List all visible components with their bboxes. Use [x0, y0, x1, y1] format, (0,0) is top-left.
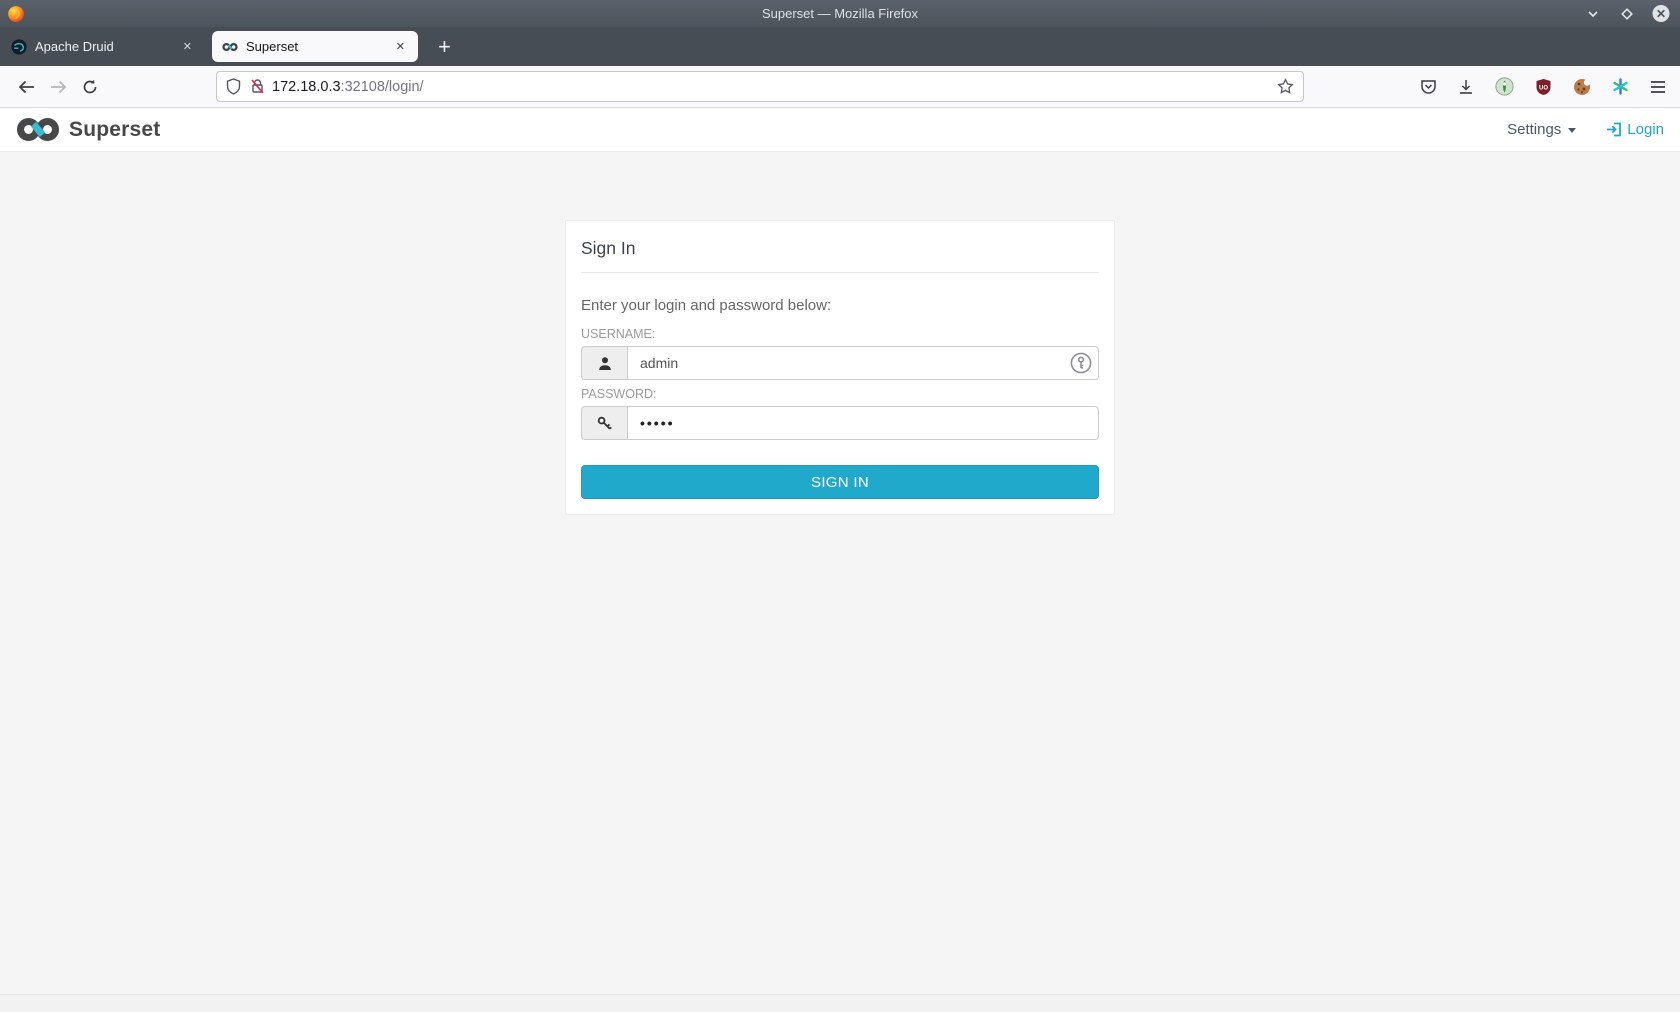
superset-brand[interactable]: Superset — [16, 116, 160, 143]
close-window-icon[interactable] — [1652, 4, 1670, 23]
tab-close-icon[interactable]: ✕ — [391, 37, 410, 56]
new-tab-button[interactable]: + — [426, 32, 463, 62]
card-title: Sign In — [581, 238, 1099, 273]
tab-superset[interactable]: Superset ✕ — [212, 31, 418, 62]
tab-strip: Apache Druid ✕ Superset ✕ + — [0, 27, 1680, 66]
window-titlebar: Superset — Mozilla Firefox — [0, 0, 1680, 27]
instruction-text: Enter your login and password below: — [581, 297, 832, 314]
username-label: USERNAME: — [581, 327, 656, 341]
svg-text:UO: UO — [1539, 85, 1548, 91]
menu-hamburger-icon[interactable] — [1650, 80, 1666, 94]
maximize-icon[interactable] — [1618, 5, 1636, 23]
extension-green-icon[interactable] — [1495, 77, 1514, 96]
back-icon[interactable] — [10, 72, 42, 102]
reload-icon[interactable] — [74, 72, 106, 102]
sign-in-button[interactable]: SIGN IN — [581, 465, 1099, 499]
superset-logo-icon — [17, 118, 59, 141]
page-footer — [0, 994, 1680, 1012]
forward-icon[interactable] — [42, 72, 74, 102]
login-label: Login — [1627, 121, 1664, 138]
password-manager-key-icon[interactable] — [1070, 352, 1092, 374]
tab-title: Superset — [246, 39, 299, 54]
caret-down-icon — [1568, 128, 1577, 133]
extension-shield-icon[interactable]: UO — [1535, 78, 1552, 96]
login-link[interactable]: Login — [1606, 121, 1664, 138]
key-icon — [581, 406, 627, 440]
window-title: Superset — Mozilla Firefox — [761, 6, 919, 21]
superset-favicon-icon — [222, 42, 238, 51]
username-input[interactable] — [627, 346, 1099, 380]
extension-cookie-icon[interactable] — [1573, 78, 1591, 96]
password-input[interactable] — [627, 406, 1099, 440]
settings-menu[interactable]: Settings — [1507, 121, 1577, 138]
download-icon[interactable] — [1458, 79, 1474, 95]
page-content: Sign In Enter your login and password be… — [0, 152, 1680, 994]
password-label: PASSWORD: — [581, 387, 657, 401]
brand-name: Superset — [69, 117, 161, 141]
sign-in-card: Sign In Enter your login and password be… — [565, 220, 1115, 515]
user-icon — [581, 346, 627, 380]
druid-favicon-icon — [11, 38, 27, 55]
extension-asterisk-icon[interactable] — [1612, 78, 1629, 95]
url-path: :32108/login/ — [340, 78, 424, 95]
sign-in-icon — [1607, 122, 1622, 137]
settings-label: Settings — [1507, 121, 1562, 138]
bookmark-star-icon[interactable] — [1277, 78, 1294, 95]
tab-close-icon[interactable]: ✕ — [178, 37, 197, 56]
app-navbar: Superset Settings Login — [0, 108, 1680, 152]
url-host: 172.18.0.3 — [272, 78, 341, 95]
pocket-icon[interactable] — [1420, 79, 1437, 95]
tab-apache-druid[interactable]: Apache Druid ✕ — [0, 27, 205, 66]
tracking-shield-icon[interactable] — [226, 78, 241, 95]
insecure-lock-icon[interactable] — [249, 78, 266, 95]
minimize-icon[interactable] — [1584, 5, 1602, 23]
browser-toolbar: 172.18.0.3:32108/login/ UO — [0, 66, 1680, 108]
password-input-group — [581, 406, 1099, 440]
tab-title: Apache Druid — [35, 39, 114, 54]
url-text[interactable]: 172.18.0.3:32108/login/ — [272, 79, 1277, 95]
url-bar[interactable]: 172.18.0.3:32108/login/ — [216, 71, 1304, 102]
username-input-group — [581, 346, 1099, 380]
firefox-logo-icon — [8, 5, 24, 22]
